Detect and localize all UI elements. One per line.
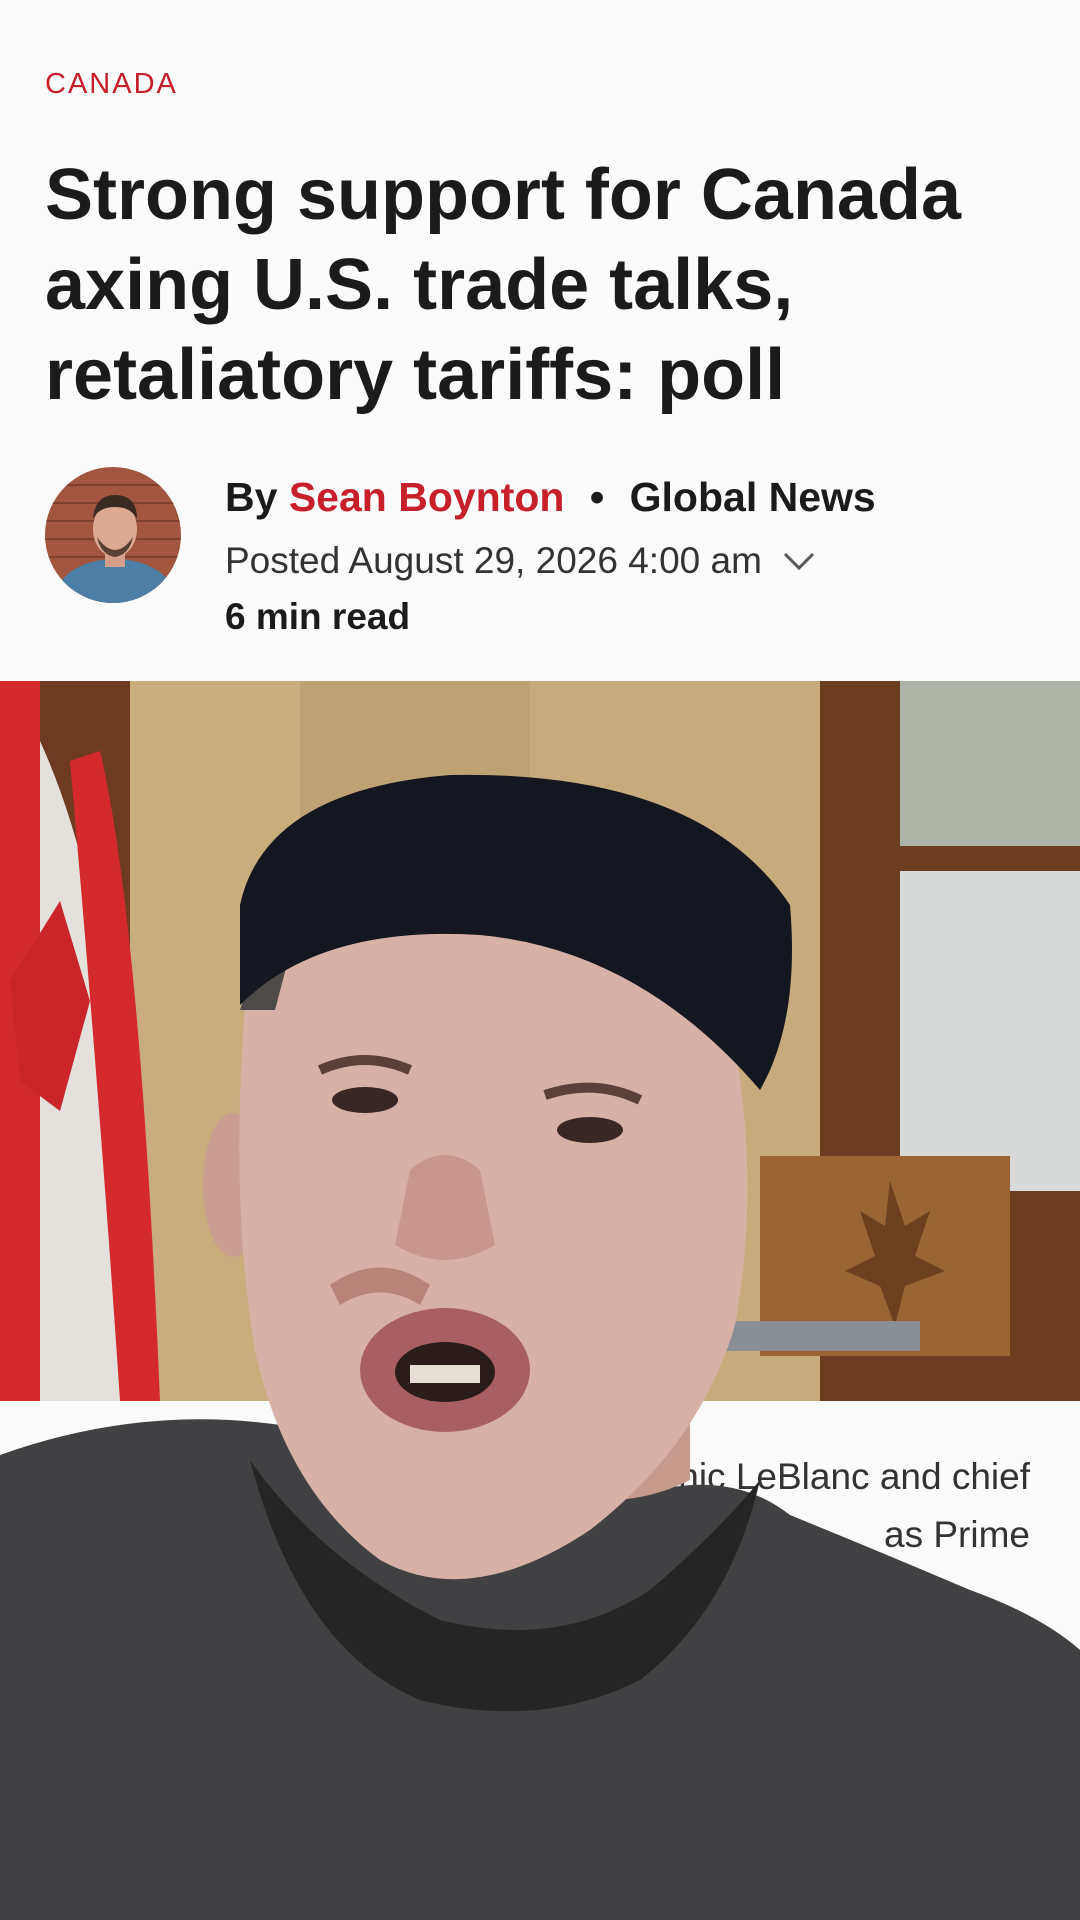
author-avatar[interactable]	[45, 467, 181, 603]
article-headline: Strong support for Canada axing U.S. tra…	[45, 155, 961, 415]
chevron-down-icon[interactable]	[782, 550, 816, 572]
posted-date-row[interactable]: Posted August 29, 2026 4:00 am	[225, 540, 816, 582]
caption-line-1: inic LeBlanc and chief	[670, 1456, 1030, 1497]
publisher-name: Global News	[629, 474, 876, 520]
byline: By Sean Boynton • Global News	[225, 474, 876, 521]
hero-image[interactable]	[0, 681, 1080, 1401]
read-time: 6 min read	[225, 596, 411, 637]
posted-date: Posted August 29, 2026 4:00 am	[225, 540, 762, 581]
caption-line-2: as Prime	[884, 1514, 1030, 1555]
section-label[interactable]: CANADA	[45, 68, 178, 101]
byline-prefix: By	[225, 474, 278, 520]
image-caption: inic LeBlanc and chief as Prime	[430, 1448, 1030, 1564]
author-link[interactable]: Sean Boynton	[289, 474, 565, 520]
byline-separator: •	[589, 474, 605, 520]
